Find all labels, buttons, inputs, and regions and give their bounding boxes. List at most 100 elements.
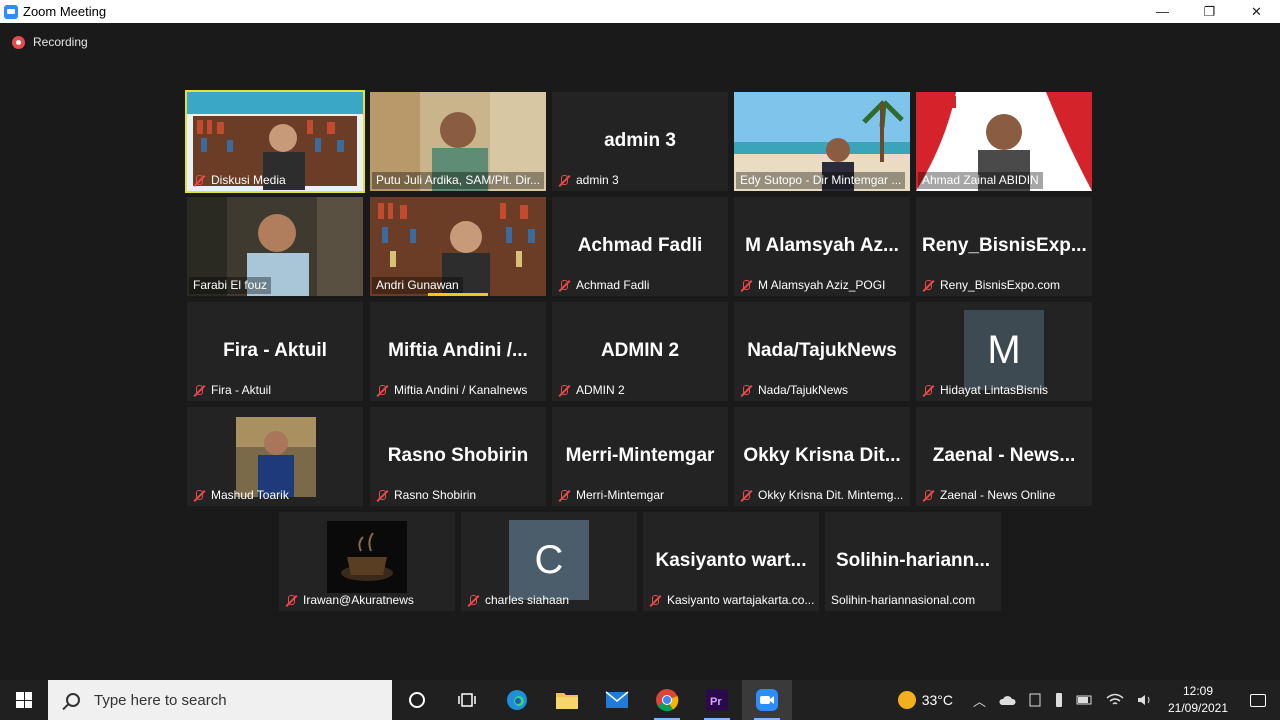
participant-tile[interactable]: M Alamsyah Az... M Alamsyah Aziz_POGI (734, 197, 910, 296)
avatar (327, 521, 407, 593)
participant-name: ADMIN 2 (554, 382, 629, 399)
task-view-icon (458, 693, 476, 707)
taskbar-clock[interactable]: 12:09 21/09/2021 (1160, 683, 1236, 717)
participant-name: Kasiyanto wartajakarta.co... (645, 592, 817, 609)
muted-mic-icon (558, 174, 570, 187)
participant-tile[interactable]: Irawan@Akuratnews (279, 512, 455, 611)
maximize-button[interactable]: ❐ (1186, 0, 1233, 23)
taskbar-search-box[interactable]: Type here to search (48, 680, 392, 720)
edge-icon (507, 690, 527, 710)
volume-icon[interactable] (1136, 693, 1154, 707)
participant-name: Ahmad Zainal ABIDIN (918, 172, 1043, 189)
minimize-button[interactable]: — (1139, 0, 1186, 23)
participant-display-name: Rasno Shobirin (387, 445, 529, 466)
windows-taskbar: Type here to search Pr 33°C ︿ 12:09 21/0… (0, 680, 1280, 720)
participant-tile[interactable]: Rasno Shobirin Rasno Shobirin (370, 407, 546, 506)
cortana-icon (409, 692, 425, 708)
participant-display-name: Achmad Fadli (577, 235, 703, 256)
participant-name: Andri Gunawan (372, 277, 463, 294)
wifi-icon[interactable] (1106, 693, 1124, 707)
participant-tile[interactable]: Mashud Toarik (187, 407, 363, 506)
chrome-taskbar-button[interactable] (642, 680, 692, 720)
participant-tile[interactable]: Solihin-hariann... Solihin-hariannasiona… (825, 512, 1001, 611)
participant-tile[interactable]: Merri-Mintemgar Merri-Mintemgar (552, 407, 728, 506)
participant-tile[interactable]: ADMIN 2 ADMIN 2 (552, 302, 728, 401)
participant-name: Solihin-hariannasional.com (831, 593, 976, 607)
active-speaker-indicator (428, 293, 488, 296)
participant-tile[interactable]: Kasiyanto wart... Kasiyanto wartajakarta… (643, 512, 819, 611)
file-explorer-taskbar-button[interactable] (542, 680, 592, 720)
participant-name: Merri-Mintemgar (554, 487, 668, 504)
title-bar: Zoom Meeting — ❐ ✕ (0, 0, 1280, 23)
close-button[interactable]: ✕ (1233, 0, 1280, 23)
participant-name: admin 3 (554, 172, 623, 189)
participant-name: Hidayat LintasBisnis (918, 382, 1052, 399)
muted-mic-icon (193, 174, 205, 187)
search-icon (66, 693, 80, 707)
participant-display-name: Okky Krisna Dit... (743, 445, 901, 466)
participant-tile[interactable]: Andri Gunawan (370, 197, 546, 296)
participant-tile[interactable]: Okky Krisna Dit... Okky Krisna Dit. Mint… (734, 407, 910, 506)
participant-tile[interactable]: M Hidayat LintasBisnis (916, 302, 1092, 401)
onedrive-cloud-icon[interactable] (998, 693, 1016, 707)
participant-tile[interactable]: Nada/TajukNews Nada/TajukNews (734, 302, 910, 401)
muted-mic-icon (376, 489, 388, 502)
muted-mic-icon (467, 594, 479, 607)
participant-tile[interactable]: Reny_BisnisExp... Reny_BisnisExpo.com (916, 197, 1092, 296)
participant-display-name: ADMIN 2 (600, 340, 680, 361)
cortana-button[interactable] (392, 680, 442, 720)
avatar: C (509, 520, 589, 600)
search-placeholder: Type here to search (94, 691, 227, 709)
participant-display-name: Zaenal - News... (932, 445, 1076, 466)
participant-tile[interactable]: Zaenal - News... Zaenal - News Online (916, 407, 1092, 506)
participant-tile[interactable]: Edy Sutopo - Dir Mintemgar ... (734, 92, 910, 191)
window-title: Zoom Meeting (23, 4, 107, 19)
participant-tile[interactable]: Diskusi Media (185, 90, 365, 193)
muted-mic-icon (558, 279, 570, 292)
mail-taskbar-button[interactable] (592, 680, 642, 720)
muted-mic-icon (922, 489, 934, 502)
participant-tile[interactable]: Farabi El fouz (187, 197, 363, 296)
notification-center-button[interactable] (1236, 693, 1280, 707)
temperature: 33°C (921, 692, 953, 708)
participant-tile[interactable]: Achmad Fadli Achmad Fadli (552, 197, 728, 296)
device-icon[interactable] (1028, 693, 1042, 707)
participant-display-name: Reny_BisnisExp... (922, 235, 1087, 256)
start-button[interactable] (0, 680, 48, 720)
muted-mic-icon (922, 279, 934, 292)
participant-tile[interactable]: Ahmad Zainal ABIDIN (916, 92, 1092, 191)
participant-tile[interactable]: Fira - Aktuil Fira - Aktuil (187, 302, 363, 401)
muted-mic-icon (558, 489, 570, 502)
weather-sun-icon (897, 691, 916, 709)
muted-mic-icon (376, 384, 388, 397)
svg-text:Pr: Pr (710, 696, 722, 708)
participant-display-name: Kasiyanto wart... (655, 550, 807, 571)
premiere-taskbar-button[interactable]: Pr (692, 680, 742, 720)
edge-taskbar-button[interactable] (492, 680, 542, 720)
zoom-taskbar-button[interactable] (742, 680, 792, 720)
recording-indicator[interactable]: Recording (12, 35, 88, 49)
usb-icon[interactable] (1054, 692, 1064, 708)
weather-widget[interactable]: 33°C (897, 691, 953, 709)
avatar: M (964, 310, 1044, 390)
participant-name: Nada/TajukNews (736, 382, 852, 399)
participant-name: Okky Krisna Dit. Mintemg... (736, 487, 907, 504)
participant-tile[interactable]: Miftia Andini /... Miftia Andini / Kanal… (370, 302, 546, 401)
battery-icon[interactable] (1076, 694, 1094, 706)
task-view-button[interactable] (442, 680, 492, 720)
premiere-icon: Pr (706, 689, 728, 711)
participant-tile[interactable]: Putu Juli Ardika, SAM/Plt. Dir... (370, 92, 546, 191)
chevron-up-icon[interactable]: ︿ (973, 691, 986, 710)
muted-mic-icon (922, 384, 934, 397)
participant-name: Achmad Fadli (554, 277, 653, 294)
recording-icon (12, 35, 25, 49)
folder-icon (556, 693, 578, 709)
muted-mic-icon (740, 279, 752, 292)
participant-tile[interactable]: admin 3 admin 3 (552, 92, 728, 191)
system-tray: 33°C ︿ 12:09 21/09/2021 (897, 680, 1280, 720)
participant-name: Fira - Aktuil (189, 382, 275, 399)
notification-icon (1250, 693, 1266, 707)
muted-mic-icon (740, 489, 752, 502)
participant-tile[interactable]: C charles siahaan (461, 512, 637, 611)
participant-display-name: Miftia Andini /... (388, 340, 528, 361)
